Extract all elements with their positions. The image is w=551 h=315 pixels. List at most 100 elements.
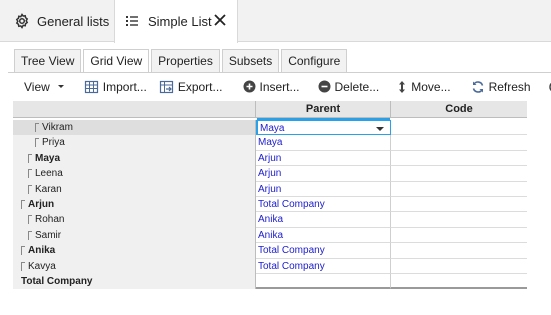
row-label-cell[interactable]: Anika: [13, 243, 256, 259]
document-tab-bar: General lists Simple List: [0, 0, 551, 43]
row-label-cell[interactable]: Leena: [13, 166, 256, 182]
gear-icon: [14, 13, 30, 29]
row-label-cell[interactable]: Karan: [13, 181, 256, 197]
table-row[interactable]: Rohan Anika: [13, 212, 527, 228]
row-header-corner: [13, 101, 256, 118]
row-label: Rohan: [35, 214, 65, 226]
row-label: Kavya: [28, 260, 56, 272]
parent-cell[interactable]: Arjun: [256, 150, 391, 167]
table-row[interactable]: Anika Total Company: [13, 243, 527, 259]
column-header-parent[interactable]: Parent: [256, 101, 391, 118]
code-cell[interactable]: [391, 228, 527, 244]
table-row[interactable]: Kavya Total Company: [13, 258, 527, 274]
close-icon[interactable]: [213, 13, 227, 27]
dropdown-arrow-icon[interactable]: [376, 127, 384, 131]
element-grid: Parent Code Vikram Maya Priya Maya Maya Arjun…: [13, 101, 527, 291]
row-label-cell[interactable]: Total Company: [13, 274, 256, 290]
code-cell[interactable]: [391, 197, 527, 213]
code-cell[interactable]: [391, 259, 527, 274]
parent-cell[interactable]: Total Company: [256, 243, 391, 259]
row-label: Arjun: [28, 199, 55, 210]
tab-label: Simple List: [148, 14, 212, 29]
refresh-label: Refresh: [488, 79, 531, 94]
import-button[interactable]: Import...: [78, 73, 153, 100]
parent-cell[interactable]: Arjun: [256, 181, 391, 197]
row-label: Leena: [35, 168, 63, 180]
row-label-cell[interactable]: Rohan: [13, 212, 256, 228]
parent-cell[interactable]: Anika: [256, 227, 391, 244]
code-cell[interactable]: [391, 274, 527, 290]
tab-label: General lists: [37, 13, 110, 29]
table-row[interactable]: Arjun Total Company: [13, 197, 527, 213]
column-header-code[interactable]: Code: [391, 101, 527, 118]
row-label-cell[interactable]: Priya: [13, 135, 256, 151]
code-cell[interactable]: [391, 151, 527, 167]
delete-button[interactable]: Delete...: [312, 73, 386, 100]
row-label: Karan: [35, 183, 62, 195]
refresh-icon: [472, 80, 483, 93]
parent-cell[interactable]: Maya: [256, 120, 391, 136]
tab-subsets[interactable]: Subsets: [221, 49, 280, 72]
tab-simple-list[interactable]: Simple List: [114, 0, 238, 43]
tree-connector: [21, 246, 25, 256]
row-label-cell[interactable]: Kavya: [13, 258, 256, 274]
delete-label: Delete...: [334, 79, 380, 94]
view-menu-button[interactable]: View: [8, 73, 78, 100]
parent-value: Anika: [258, 229, 284, 241]
more-tools-icon[interactable]: [545, 73, 551, 100]
row-label: Maya: [35, 152, 61, 164]
table-row[interactable]: Samir Anika: [13, 227, 527, 244]
tab-grid-view[interactable]: Grid View: [83, 49, 150, 73]
table-row[interactable]: Priya Maya: [13, 135, 527, 151]
row-label: Samir: [35, 229, 62, 241]
minus-circle-icon: [318, 80, 331, 93]
code-cell[interactable]: [391, 212, 527, 228]
code-cell[interactable]: [391, 243, 527, 259]
tree-connector: [28, 215, 32, 225]
tab-properties[interactable]: Properties: [151, 49, 220, 72]
refresh-button[interactable]: Refresh: [465, 73, 537, 100]
row-label-cell[interactable]: Arjun: [13, 197, 256, 213]
export-button[interactable]: Export...: [153, 73, 229, 100]
row-label: Anika: [28, 245, 56, 257]
table-row[interactable]: Maya Arjun: [13, 150, 527, 167]
list-icon: [125, 14, 141, 30]
table-row[interactable]: Vikram Maya: [13, 120, 527, 136]
table-row[interactable]: Total Company: [13, 274, 527, 290]
code-cell[interactable]: [391, 166, 527, 182]
plus-circle-icon: [243, 80, 255, 93]
tab-configure[interactable]: Configure: [281, 49, 348, 72]
row-label-cell[interactable]: Maya: [13, 150, 256, 167]
parent-cell[interactable]: Total Company: [256, 258, 391, 274]
tree-connector: [21, 261, 25, 271]
parent-cell[interactable]: Maya: [256, 135, 391, 151]
insert-button[interactable]: Insert...: [237, 73, 306, 100]
tree-connector: [21, 200, 25, 209]
code-cell[interactable]: [391, 135, 527, 151]
export-icon: [159, 80, 173, 93]
parent-value: Arjun: [258, 152, 282, 164]
row-label: Priya: [42, 137, 65, 149]
move-button[interactable]: Move...: [391, 73, 456, 100]
row-label: Vikram: [42, 122, 73, 133]
code-cell[interactable]: [391, 120, 527, 136]
row-label: Total Company: [21, 276, 93, 287]
tree-connector: [28, 230, 32, 240]
code-cell[interactable]: [391, 182, 527, 197]
parent-value: Total Company: [258, 245, 325, 257]
row-label-cell[interactable]: Vikram: [13, 120, 256, 136]
parent-cell[interactable]: Arjun: [256, 166, 391, 182]
parent-cell[interactable]: Anika: [256, 212, 391, 228]
tab-general-lists[interactable]: General lists: [0, 0, 112, 42]
parent-cell[interactable]: Total Company: [256, 197, 391, 213]
parent-cell[interactable]: [256, 274, 391, 290]
tab-tree-view[interactable]: Tree View: [14, 49, 82, 72]
parent-value: Total Company: [258, 199, 325, 210]
row-label-cell[interactable]: Samir: [13, 227, 256, 244]
parent-value: Arjun: [258, 183, 282, 195]
table-row[interactable]: Karan Arjun: [13, 181, 527, 197]
view-tab-bar: Tree View Grid View Properties Subsets C…: [14, 49, 349, 73]
export-label: Export...: [177, 79, 223, 94]
insert-label: Insert...: [259, 79, 300, 94]
table-row[interactable]: Leena Arjun: [13, 166, 527, 182]
